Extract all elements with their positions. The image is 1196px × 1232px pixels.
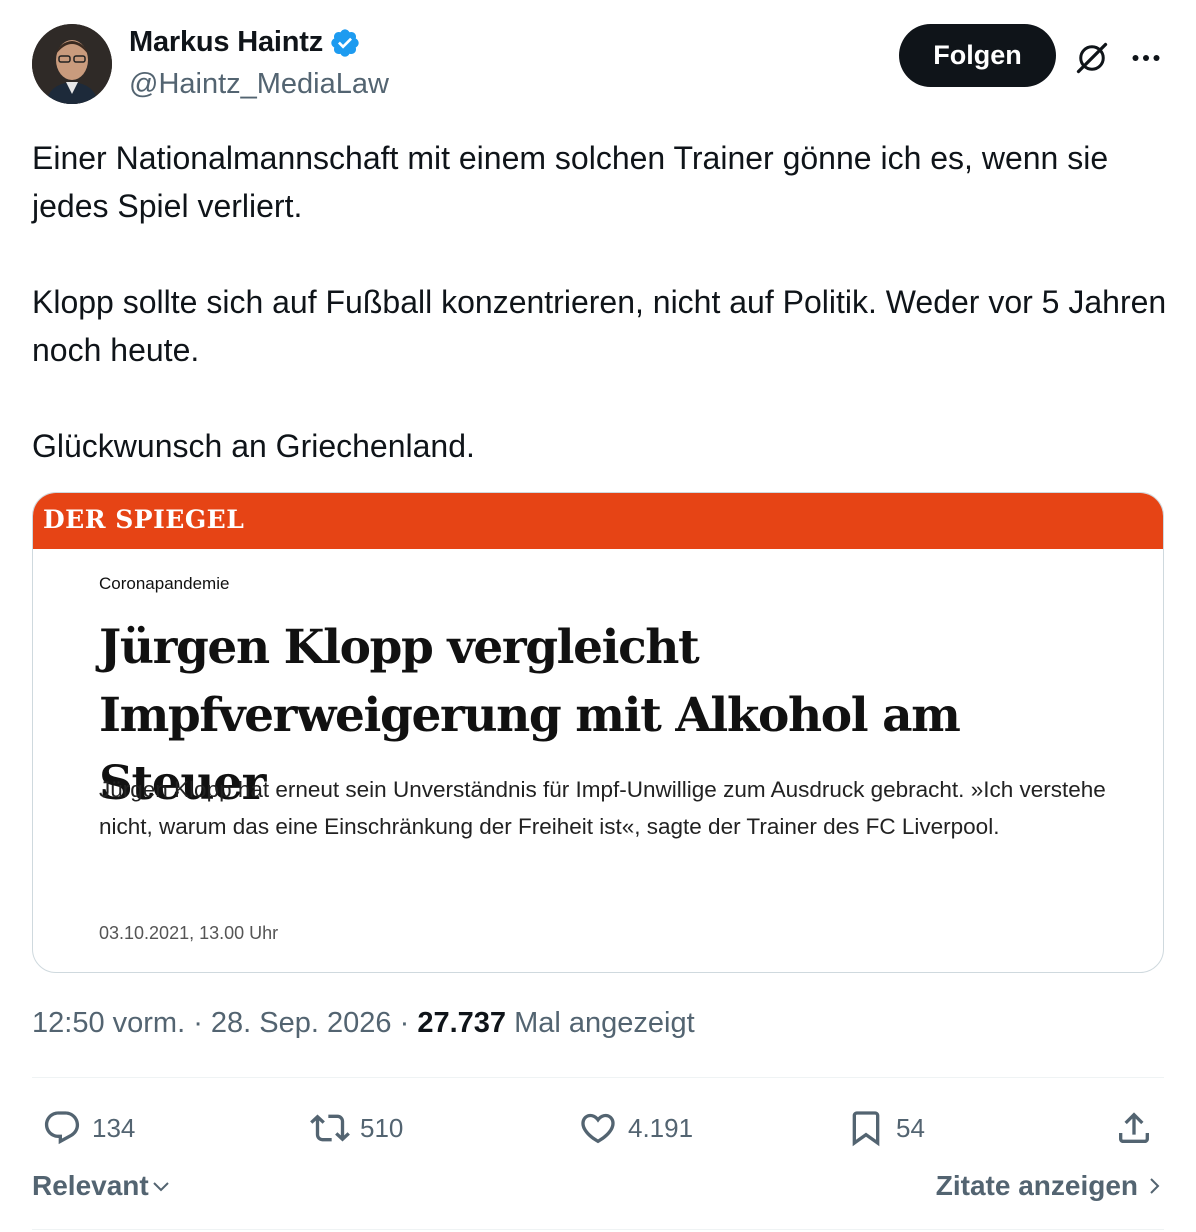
- repost-count: 510: [360, 1112, 404, 1143]
- like-button[interactable]: 4.191: [578, 1104, 693, 1152]
- view-label: Mal angezeigt: [514, 1007, 695, 1039]
- tweet-date[interactable]: 28. Sep. 2026: [211, 1007, 392, 1039]
- author-handle[interactable]: @Haintz_MediaLaw: [129, 68, 389, 101]
- repost-icon: [310, 1114, 350, 1142]
- card-body: Jürgen Klopp hat erneut sein Unverständn…: [99, 777, 1106, 839]
- share-icon: [1119, 1112, 1149, 1143]
- chevron-right-icon: [1150, 1178, 1160, 1194]
- avatar[interactable]: [32, 24, 112, 104]
- article-card[interactable]: DER SPIEGEL Coronapandemie Jürgen Klopp …: [32, 492, 1164, 973]
- bookmark-icon: [852, 1111, 880, 1147]
- verified-badge-icon[interactable]: [329, 27, 361, 59]
- reply-count: 134: [92, 1112, 136, 1143]
- tweet-header: Markus Haintz @Haintz_MediaLaw Folgen: [32, 24, 1164, 104]
- tweet-paragraph: Einer Nationalmannschaft mit einem solch…: [32, 140, 1109, 224]
- divider: [32, 1077, 1164, 1078]
- tweet-meta: 12:50 vorm. · 28. Sep. 2026 · 27.737 Mal…: [32, 1007, 695, 1040]
- avatar-image: [32, 24, 112, 104]
- card-date: 03.10.2021, 13.00 Uhr: [99, 923, 279, 943]
- author-name[interactable]: Markus Haintz: [129, 26, 323, 59]
- author-name-row[interactable]: Markus Haintz: [129, 26, 361, 59]
- reply-button[interactable]: 134: [42, 1104, 135, 1152]
- reply-icon: [44, 1111, 80, 1145]
- tweet-paragraph: Glückwunsch an Griechenland.: [32, 428, 475, 464]
- like-icon: [581, 1113, 615, 1144]
- bookmark-button[interactable]: 54: [846, 1104, 925, 1152]
- meta-separator: ·: [185, 1007, 211, 1039]
- tweet-time[interactable]: 12:50 vorm.: [32, 1007, 185, 1039]
- bookmark-count: 54: [896, 1112, 925, 1143]
- share-button[interactable]: [1114, 1104, 1154, 1152]
- quotes-label: Zitate anzeigen: [935, 1170, 1138, 1201]
- divider: [32, 1229, 1164, 1230]
- more-icon[interactable]: [1128, 40, 1164, 76]
- view-count: 27.737: [417, 1007, 507, 1039]
- follow-button[interactable]: Folgen: [899, 24, 1056, 87]
- tweet-paragraph: Klopp sollte sich auf Fußball konzentrie…: [32, 284, 1167, 368]
- card-kicker: Coronapandemie: [99, 574, 230, 593]
- sort-relevant-dropdown[interactable]: Relevant: [32, 1170, 173, 1202]
- spiegel-logo: DER SPIEGEL: [43, 505, 245, 534]
- tweet-text: Einer Nationalmannschaft mit einem solch…: [32, 134, 1167, 470]
- repost-button[interactable]: 510: [310, 1104, 403, 1152]
- view-quotes-link[interactable]: Zitate anzeigen: [936, 1170, 1166, 1202]
- sort-label: Relevant: [32, 1170, 149, 1201]
- like-count: 4.191: [628, 1112, 694, 1143]
- grok-icon[interactable]: [1074, 40, 1110, 76]
- chevron-down-icon: [153, 1182, 169, 1192]
- card-brand-bar: DER SPIEGEL: [33, 493, 1163, 549]
- meta-separator: ·: [391, 1007, 418, 1039]
